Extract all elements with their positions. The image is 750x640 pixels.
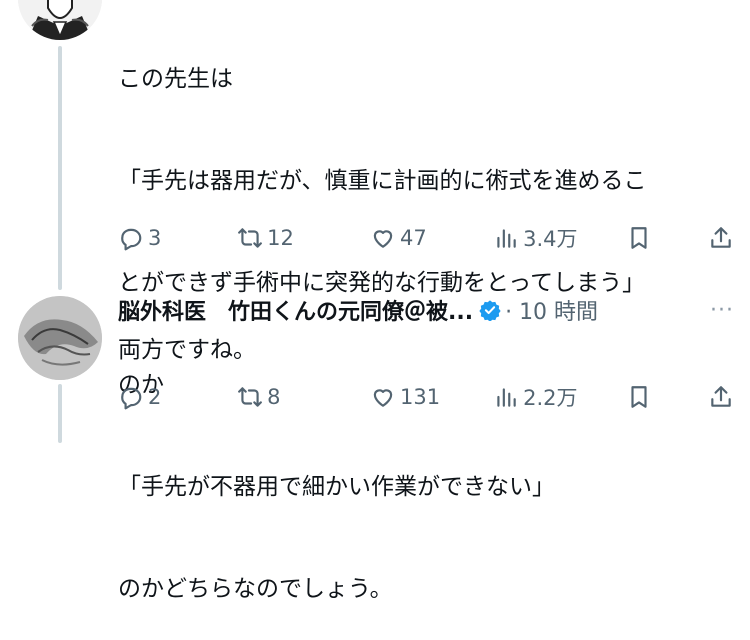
reply-count: 3 <box>148 226 162 250</box>
avatar-illustration <box>18 296 102 380</box>
thread-line-top <box>58 46 62 290</box>
bookmark-button[interactable] <box>626 225 708 251</box>
reply-button[interactable]: 3 <box>118 225 237 251</box>
views-icon <box>497 388 516 407</box>
retweet-count: 12 <box>267 226 294 250</box>
reply-actions: 2 8 131 2.2万 <box>118 381 734 413</box>
retweet-count: 8 <box>267 385 281 409</box>
retweet-button[interactable]: 8 <box>237 384 370 410</box>
tweet-line: 「手先は器用だが、慎重に計画的に術式を進めるこ <box>118 168 647 194</box>
verified-icon <box>479 300 501 321</box>
reply-text: 両方ですね。 <box>118 337 256 363</box>
views-button[interactable]: 3.4万 <box>493 223 626 253</box>
bookmark-button[interactable] <box>626 384 708 410</box>
reply-count: 2 <box>148 385 162 409</box>
retweet-button[interactable]: 12 <box>237 225 370 251</box>
like-count: 131 <box>400 385 441 409</box>
views-button[interactable]: 2.2万 <box>493 382 626 412</box>
timestamp[interactable]: · 10 時間 <box>505 294 598 326</box>
views-icon <box>497 229 516 248</box>
bookmark-icon <box>631 386 647 408</box>
like-button[interactable]: 131 <box>370 384 493 410</box>
tweet-line: 「手先が不器用で細かい作業ができない」 <box>118 474 555 500</box>
reply-header: 脳外科医 竹田くんの元同僚＠被... · 10 時間 ··· <box>118 294 734 326</box>
tweet-line: この先生は <box>118 66 233 92</box>
retweet-icon <box>238 387 263 407</box>
avatar-illustration <box>18 0 102 40</box>
tweet-actions: 3 12 47 3.4万 <box>118 222 734 254</box>
retweet-icon <box>238 228 263 248</box>
like-icon <box>373 230 393 248</box>
reply-icon <box>121 387 142 410</box>
reply-icon <box>121 228 142 251</box>
share-icon <box>711 386 731 407</box>
share-icon <box>711 227 731 248</box>
view-count: 2.2万 <box>523 386 578 410</box>
share-button[interactable] <box>708 384 734 410</box>
like-icon <box>373 389 393 407</box>
reply-button[interactable]: 2 <box>118 384 237 410</box>
thread-line-bottom <box>58 384 62 443</box>
view-count: 3.4万 <box>523 227 578 251</box>
more-icon[interactable]: ··· <box>710 298 734 323</box>
tweet-line: のかどちらなのでしょう。 <box>118 576 393 602</box>
share-button[interactable] <box>708 225 734 251</box>
author-avatar[interactable] <box>18 0 102 40</box>
replier-avatar[interactable] <box>18 296 102 380</box>
like-button[interactable]: 47 <box>370 225 493 251</box>
like-count: 47 <box>400 226 427 250</box>
display-name[interactable]: 脳外科医 竹田くんの元同僚＠被... <box>118 294 473 326</box>
bookmark-icon <box>631 227 647 249</box>
